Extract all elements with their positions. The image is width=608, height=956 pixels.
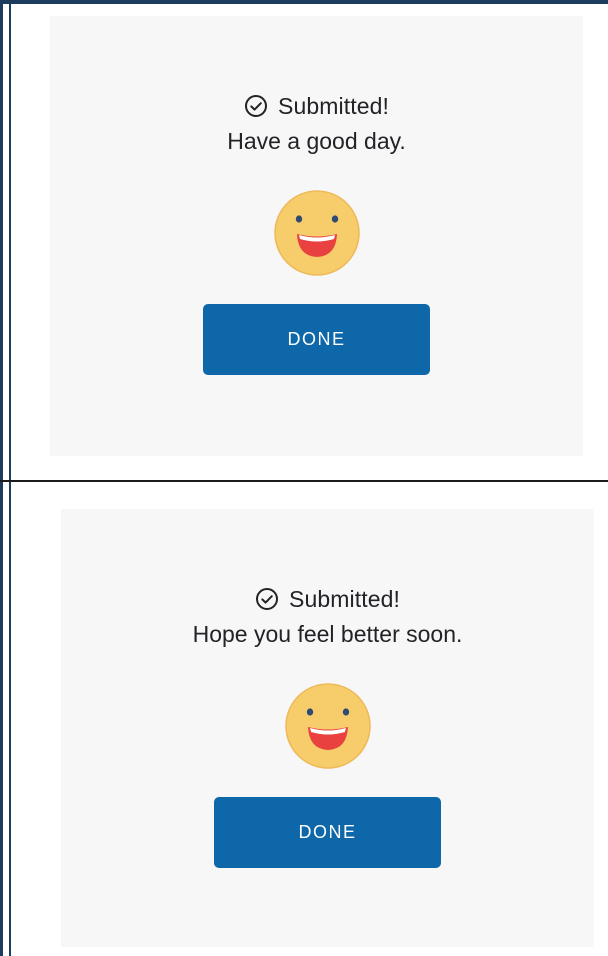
- screens-divider: [0, 480, 608, 482]
- status-message: Hope you feel better soon.: [192, 621, 463, 647]
- check-circle-icon: [245, 95, 268, 117]
- status-row: Submitted!: [255, 583, 400, 615]
- submission-confirmation-panel: Submitted! Hope you feel better soon. DO…: [61, 509, 594, 947]
- done-button[interactable]: DONE: [203, 304, 430, 375]
- done-button[interactable]: DONE: [214, 797, 441, 868]
- submission-confirmation-panel: Submitted! Have a good day. DONE: [50, 16, 583, 456]
- smiling-face-icon: [284, 683, 371, 769]
- status-row: Submitted!: [244, 90, 389, 122]
- status-message: Have a good day.: [227, 128, 406, 154]
- smiling-face-icon: [273, 190, 360, 276]
- status-title: Submitted!: [289, 585, 400, 612]
- check-circle-icon: [256, 588, 279, 610]
- status-title: Submitted!: [278, 92, 389, 119]
